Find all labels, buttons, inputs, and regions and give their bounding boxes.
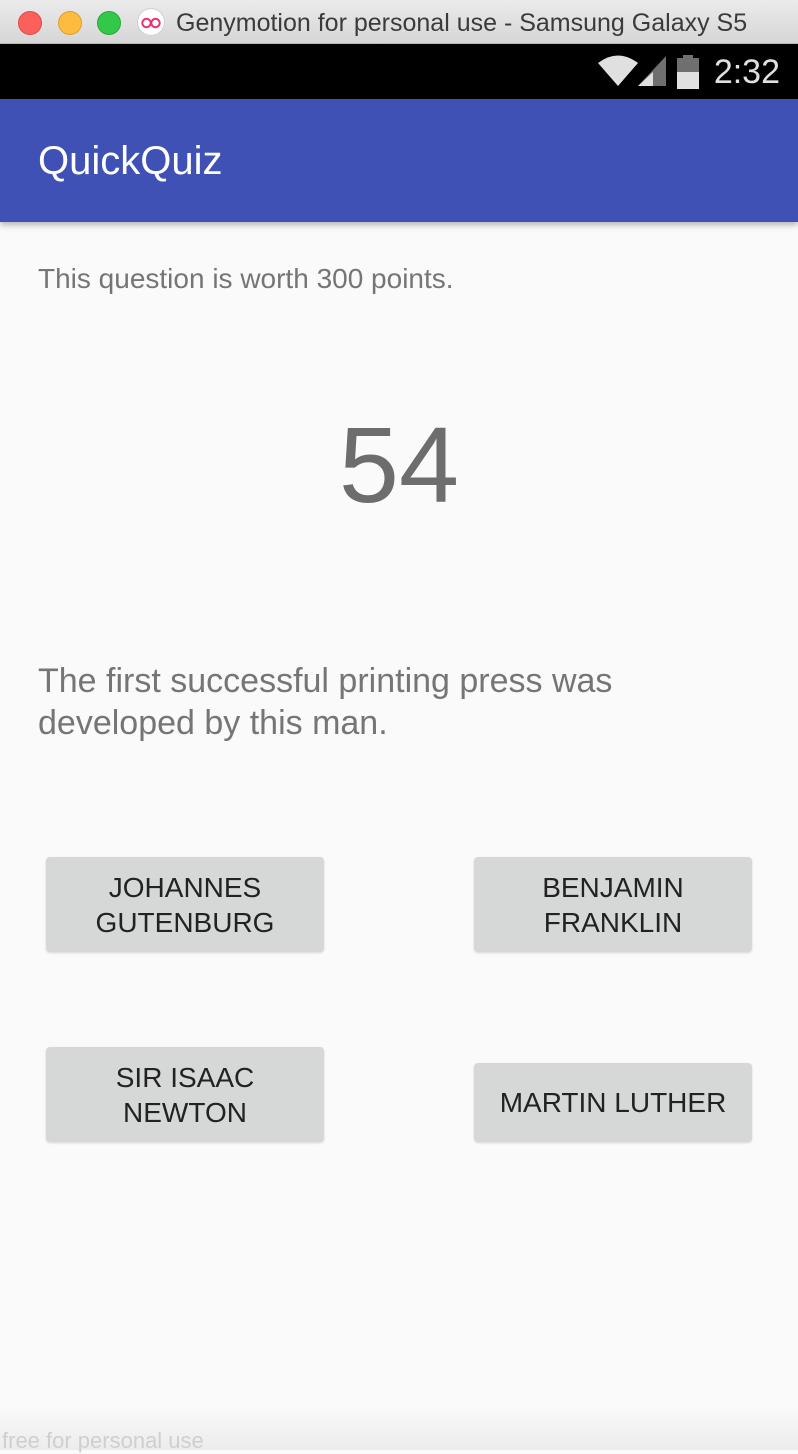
- answer-button-1[interactable]: JOHANNES GUTENBURG: [46, 857, 324, 952]
- watermark-text: free for personal use: [2, 1428, 204, 1453]
- window-close-button[interactable]: [18, 11, 42, 35]
- answer-button-3[interactable]: SIR ISAAC NEWTON: [46, 1047, 324, 1142]
- window-minimize-button[interactable]: [58, 11, 82, 35]
- question-text: The first successful printing press was …: [38, 662, 613, 742]
- app-title: QuickQuiz: [38, 139, 223, 183]
- points-text: This question is worth 300 points.: [38, 263, 454, 294]
- app-bar: QuickQuiz: [0, 99, 798, 222]
- wifi-icon: [596, 54, 640, 93]
- answer-button-4[interactable]: MARTIN LUTHER: [474, 1063, 752, 1142]
- signal-icon: [636, 54, 668, 93]
- window-title: Genymotion for personal use - Samsung Ga…: [176, 9, 748, 37]
- genymotion-icon: [137, 8, 165, 36]
- status-clock: 2:32: [713, 53, 780, 91]
- status-bar: 2:32: [0, 44, 798, 99]
- battery-icon: [676, 54, 700, 95]
- window-titlebar: Genymotion for personal use - Samsung Ga…: [0, 0, 798, 44]
- countdown-timer: 54: [338, 404, 460, 525]
- window-maximize-button[interactable]: [97, 11, 121, 35]
- answer-button-2[interactable]: BENJAMIN FRANKLIN: [474, 857, 752, 952]
